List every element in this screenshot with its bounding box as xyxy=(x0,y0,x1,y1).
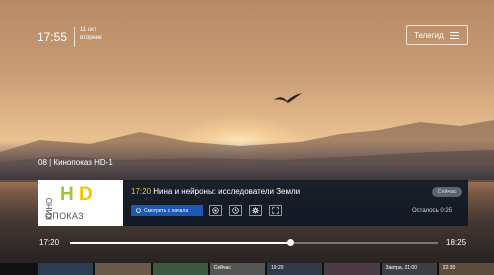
watch-from-start-label: Смотреть с начала xyxy=(144,207,189,214)
channel-label: 08 | Кинопоказ HD-1 xyxy=(38,158,113,167)
program-thumbnail-label: 19:20 xyxy=(271,265,284,271)
date-divider xyxy=(74,27,75,47)
date-day: 11 окт xyxy=(80,27,97,33)
bird-icon xyxy=(274,93,302,103)
timeline-scrubber-handle[interactable] xyxy=(287,239,295,246)
timeline-track[interactable] xyxy=(70,242,438,244)
logo-bottom-text: ОПОКАЗ xyxy=(45,211,84,221)
clock-time: 17:55 xyxy=(37,30,68,44)
date-weekday: вторник xyxy=(80,35,102,41)
clock-icon xyxy=(232,207,239,214)
program-thumbnail-label: 22:30 xyxy=(442,265,456,271)
tv-guide-button[interactable]: Телегид xyxy=(406,25,468,45)
tv-guide-label: Телегид xyxy=(414,30,444,40)
program-thumbnail-label: Завтра, 21:00 xyxy=(385,265,418,271)
timeline-end-time: 18:25 xyxy=(446,238,467,247)
fullscreen-button[interactable] xyxy=(269,205,282,216)
program-thumbnail[interactable]: Сейчас xyxy=(209,263,265,275)
channel-logo: КИНО H D ОПОКАЗ xyxy=(38,180,123,226)
settings-icon xyxy=(252,207,259,214)
program-start-time: 17:20 xyxy=(131,187,152,196)
logo-letter-d: D xyxy=(79,184,93,205)
restart-icon xyxy=(136,208,141,213)
timeline-start-time: 17:20 xyxy=(39,238,60,247)
time-remaining: Осталось 0:25 xyxy=(412,208,453,214)
record-button[interactable] xyxy=(209,205,222,216)
watch-from-start-button[interactable]: Смотреть с начала xyxy=(131,205,203,216)
settings-button[interactable] xyxy=(249,205,262,216)
program-thumbnail-label: Сейчас xyxy=(213,265,231,271)
program-thumbnail[interactable]: 19:20 xyxy=(267,263,323,275)
program-thumbnail[interactable]: Завтра, 21:00 xyxy=(381,263,437,275)
program-thumbnail[interactable]: 22:30 xyxy=(438,263,494,275)
program-title: Нина и нейроны: исследователи Земли xyxy=(153,187,301,196)
logo-letter-h: H xyxy=(60,184,74,205)
reminder-button[interactable] xyxy=(229,205,242,216)
menu-icon xyxy=(449,31,459,39)
program-thumbnail[interactable] xyxy=(38,263,94,275)
program-thumbnail[interactable] xyxy=(152,263,208,275)
now-badge: Сейчас xyxy=(432,187,462,197)
program-thumbnail[interactable] xyxy=(95,263,151,275)
timeline-progress-fill xyxy=(70,242,291,244)
tv-screen: 17:55 11 окт вторник Телегид 08 | Кинопо… xyxy=(0,0,494,275)
date-block: 11 окт вторник xyxy=(80,26,102,42)
record-icon xyxy=(212,207,219,214)
program-thumbnail[interactable] xyxy=(324,263,380,275)
fullscreen-icon xyxy=(272,207,279,214)
program-title-line: 17:20 Нина и нейроны: исследователи Земл… xyxy=(131,187,300,196)
